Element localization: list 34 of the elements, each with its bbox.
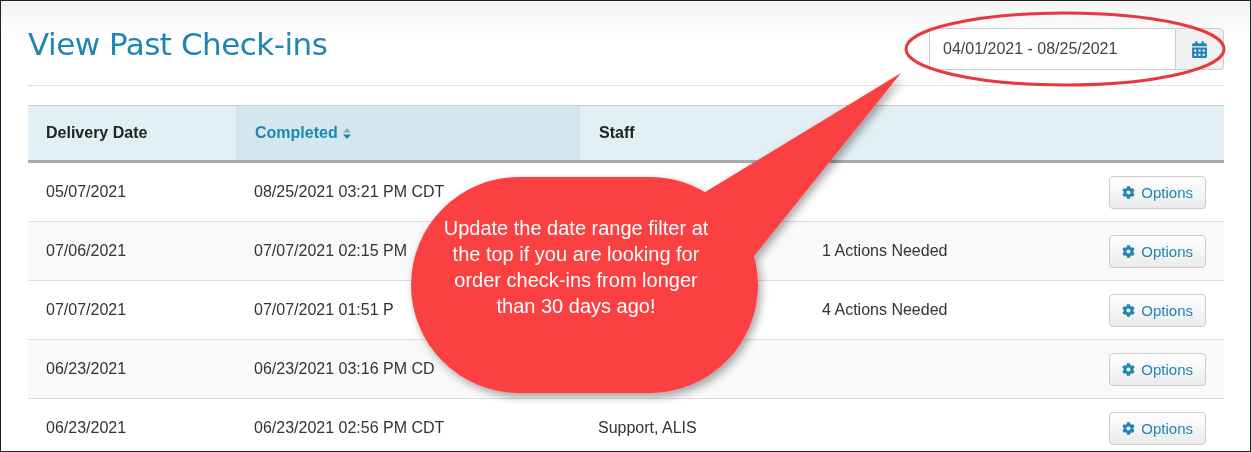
options-button[interactable]: Options	[1109, 293, 1206, 327]
table-cell-text: 06/23/2021	[45, 360, 127, 378]
date-range-field[interactable]: 04/01/2021 - 08/25/2021	[929, 28, 1175, 70]
table-cell-text: 4 Actions Needed	[821, 301, 948, 319]
gear-icon	[1122, 303, 1136, 317]
options-button[interactable]: Options	[1109, 411, 1206, 445]
options-button[interactable]: Options	[1109, 234, 1206, 268]
table-cell-text: 1 Actions Needed	[821, 242, 948, 260]
table-cell-text: 08/25/2021 03:21 PM CDT	[253, 183, 445, 201]
table-cell-text: Support, ALIS	[597, 419, 697, 437]
table-cell-text: 06/23/2021	[45, 419, 127, 437]
gear-icon	[1122, 185, 1136, 199]
column-label: Completed	[255, 124, 338, 142]
table-cell-text: 06/23/2021 02:56 PM CDT	[253, 419, 445, 437]
sort-icon	[342, 127, 351, 139]
gear-icon	[1122, 244, 1136, 258]
table-cell-text: 05/07/2021	[45, 183, 127, 201]
table-cell-text: 07/06/2021	[45, 242, 127, 260]
column-header[interactable]: Completed	[236, 106, 580, 160]
page-title: View Past Check-ins	[28, 25, 328, 62]
table-cell-text: 07/07/2021	[45, 301, 127, 319]
column-header[interactable]: Delivery Date	[28, 106, 236, 160]
table-cell-text: 06/23/2021 03:16 PM CD	[253, 360, 435, 378]
calendar-icon	[1191, 40, 1208, 58]
options-button[interactable]: Options	[1109, 352, 1206, 386]
table-cell-text: 07/07/2021 01:51 P	[253, 301, 394, 319]
column-label: Staff	[599, 124, 635, 142]
options-button[interactable]: Options	[1109, 175, 1206, 209]
column-header[interactable]: Staff	[580, 106, 1224, 160]
gear-icon	[1122, 421, 1136, 435]
gear-icon	[1122, 362, 1136, 376]
callout-text: Update the date range filter at the top if you are looking for order check-ins from longer than 30 days ago!	[442, 216, 710, 319]
column-label: Delivery Date	[46, 124, 148, 142]
table-cell-text: 07/07/2021 02:15 PM	[253, 242, 407, 260]
